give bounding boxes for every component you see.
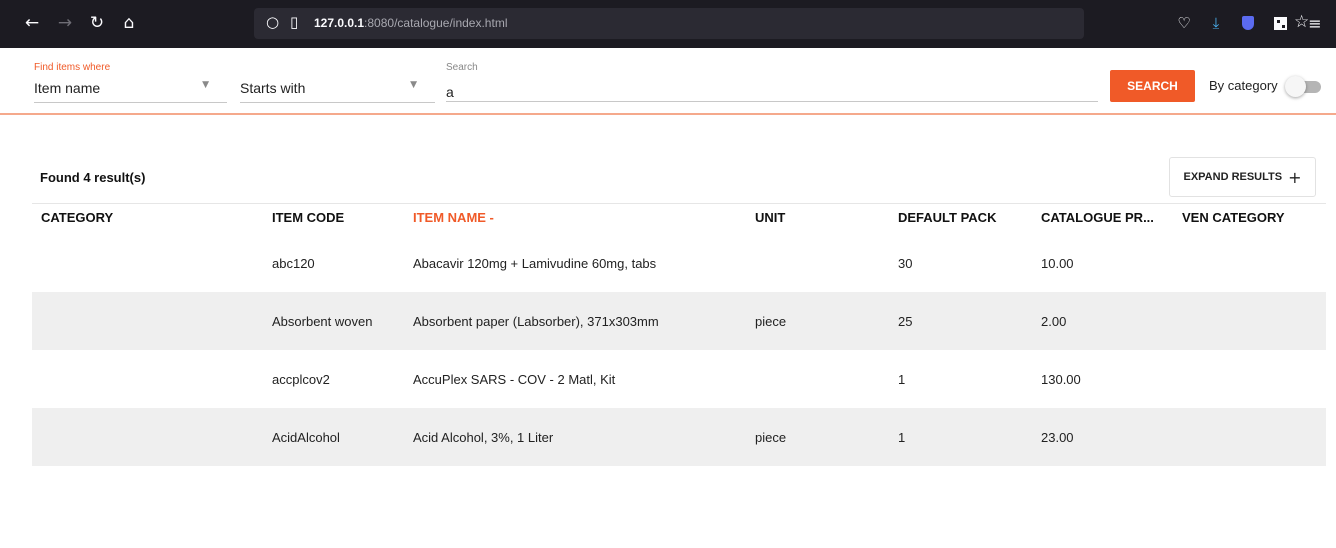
cell-default-pack: 30 — [898, 256, 913, 271]
cell-catalogue-price: 10.00 — [1041, 256, 1074, 271]
url-text[interactable]: 127.0.0.1:8080/catalogue/index.html — [314, 16, 507, 30]
cell-catalogue-price: 2.00 — [1041, 314, 1067, 329]
cell-item-name: Acid Alcohol, 3%, 1 Liter — [413, 430, 554, 445]
search-label: Search — [446, 62, 478, 73]
column-header-unit[interactable]: UNIT — [755, 210, 785, 225]
reload-icon[interactable]: ↻ — [84, 10, 110, 36]
toggle-knob[interactable] — [1285, 76, 1306, 97]
caret-down-icon: ▼ — [202, 80, 209, 90]
search-button[interactable]: SEARCH — [1110, 70, 1195, 102]
plus-icon: + — [1288, 167, 1302, 187]
field-select[interactable]: Item name ▼ — [34, 74, 227, 103]
table-row[interactable]: Absorbent woven Absorbent paper (Labsorb… — [32, 292, 1326, 350]
caret-down-icon: ▼ — [410, 80, 417, 90]
cell-item-code: Absorbent woven — [272, 314, 373, 329]
cell-default-pack: 25 — [898, 314, 913, 329]
browser-toolbar: ← → ↻ ⌂ ○ ▯ 127.0.0.1:8080/catalogue/ind… — [0, 0, 1336, 48]
table-header: CATEGORY ITEM CODE ITEM NAME - UNIT DEFA… — [32, 203, 1326, 234]
cell-item-name: AccuPlex SARS - COV - 2 Matl, Kit — [413, 372, 616, 387]
match-mode-select[interactable]: Starts with ▼ — [240, 74, 435, 103]
hamburger-menu-icon[interactable]: ≡ — [1305, 13, 1325, 33]
cell-item-name: Abacavir 120mg + Lamivudine 60mg, tabs — [413, 256, 657, 271]
back-icon[interactable]: ← — [19, 10, 45, 36]
column-header-ven-category[interactable]: VEN CATEGORY — [1182, 210, 1285, 225]
cell-unit: piece — [755, 314, 787, 329]
column-header-default-pack[interactable]: DEFAULT PACK — [898, 210, 996, 225]
shield-icon[interactable] — [1238, 13, 1258, 33]
cell-item-code: accplcov2 — [272, 372, 330, 387]
url-host: 127.0.0.1 — [314, 16, 365, 30]
page-icon[interactable]: ▯ — [290, 13, 298, 31]
cell-catalogue-price: 130.00 — [1041, 372, 1081, 387]
pocket-icon[interactable]: ♡ — [1174, 13, 1194, 33]
cell-item-name: Absorbent paper (Labsorber), 371x303mm — [413, 314, 659, 329]
qr-code-icon[interactable] — [1270, 13, 1290, 33]
home-icon[interactable]: ⌂ — [116, 10, 142, 36]
forward-icon[interactable]: → — [52, 10, 78, 36]
tracking-protection-icon[interactable]: ○ — [266, 13, 279, 31]
address-bar[interactable]: ○ ▯ 127.0.0.1:8080/catalogue/index.html … — [254, 8, 1309, 39]
cell-catalogue-price: 23.00 — [1041, 430, 1074, 445]
results-count: Found 4 result(s) — [40, 170, 146, 185]
cell-item-code: AcidAlcohol — [272, 430, 340, 445]
table-row[interactable]: AcidAlcohol Acid Alcohol, 3%, 1 Liter pi… — [32, 408, 1326, 466]
table-row[interactable]: accplcov2 AccuPlex SARS - COV - 2 Matl, … — [32, 350, 1326, 408]
column-header-catalogue-price[interactable]: CATALOGUE PR... — [1041, 210, 1154, 225]
table-row[interactable]: abc120 Abacavir 120mg + Lamivudine 60mg,… — [32, 234, 1326, 292]
results-table: CATEGORY ITEM CODE ITEM NAME - UNIT DEFA… — [32, 203, 1326, 466]
cell-item-code: abc120 — [272, 256, 315, 271]
field-select-value: Item name — [34, 80, 101, 96]
cell-default-pack: 1 — [898, 372, 906, 387]
url-path: :8080/catalogue/index.html — [364, 16, 508, 30]
match-mode-value: Starts with — [240, 80, 306, 96]
column-header-item-name[interactable]: ITEM NAME - — [413, 210, 494, 225]
expand-results-label: EXPAND RESULTS — [1183, 171, 1283, 183]
search-input[interactable] — [446, 74, 1098, 102]
column-header-category[interactable]: CATEGORY — [41, 210, 113, 225]
filter-label: Find items where — [34, 62, 111, 73]
header-divider — [0, 113, 1336, 115]
cell-unit: piece — [755, 430, 787, 445]
download-icon[interactable]: ⤓ — [1206, 13, 1226, 33]
column-header-item-code[interactable]: ITEM CODE — [272, 210, 344, 225]
expand-results-button[interactable]: EXPAND RESULTS + — [1169, 157, 1316, 197]
cell-default-pack: 1 — [898, 430, 906, 445]
by-category-label: By category — [1209, 78, 1278, 93]
